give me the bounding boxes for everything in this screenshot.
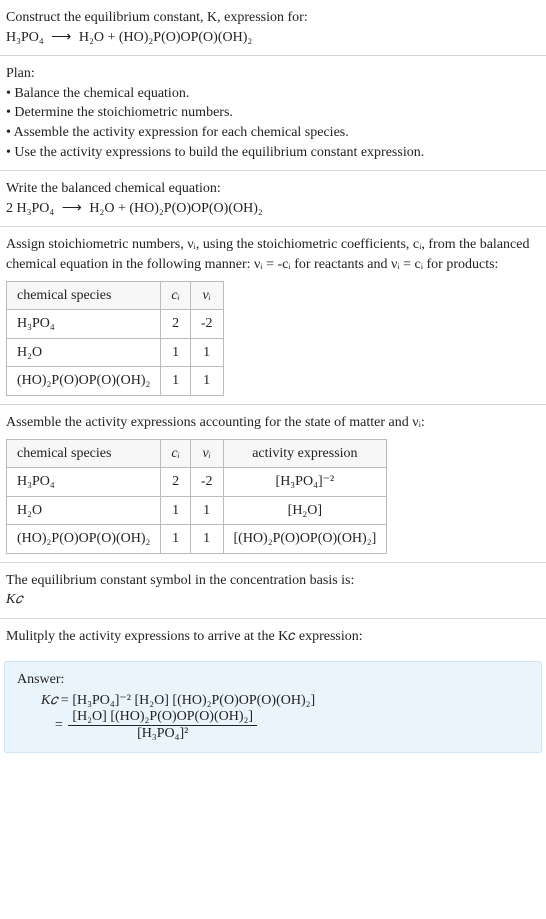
answer-box: Answer: K𝑐 = [H₃PO₄]⁻² [H₂O] [(HO)₂P(O)O…	[4, 661, 542, 753]
cell-expr: [H₂O]	[223, 496, 387, 525]
table-row: H₂O 1 1 [H₂O]	[7, 496, 387, 525]
balanced-title: Write the balanced chemical equation:	[6, 179, 540, 199]
cell-vi: -2	[190, 468, 223, 497]
cell-vi: 1	[190, 367, 223, 396]
symbol-line: The equilibrium constant symbol in the c…	[6, 571, 540, 591]
kc-symbol: K𝑐	[6, 590, 540, 610]
cell-ci: 2	[161, 468, 190, 497]
plan-bullet: • Assemble the activity expression for e…	[6, 123, 540, 143]
cell-vi: 1	[190, 525, 223, 554]
kc-eq2: =	[55, 717, 63, 732]
cell-vi: 1	[190, 338, 223, 367]
cell-species: H₃PO₄	[7, 468, 161, 497]
cell-species: H₂O	[7, 496, 161, 525]
kc-expr1: = [H₃PO₄]⁻² [H₂O] [(HO)₂P(O)OP(O)(OH)₂]	[61, 693, 315, 708]
plan-bullet: • Balance the chemical equation.	[6, 84, 540, 104]
prompt-equation: H₃PO₄ ⟶ H₂O + (HO)₂P(O)OP(O)(OH)₂	[6, 28, 540, 48]
cell-species: H₂O	[7, 338, 161, 367]
table-header-row: chemical species cᵢ νᵢ	[7, 281, 224, 310]
balanced-section: Write the balanced chemical equation: 2 …	[0, 171, 546, 227]
cell-vi: -2	[190, 310, 223, 339]
col-ci: cᵢ	[161, 439, 190, 468]
arrow-icon: ⟶	[62, 199, 82, 219]
cell-ci: 1	[161, 525, 190, 554]
balanced-left: 2 H₃PO₄	[6, 201, 54, 216]
cell-vi: 1	[190, 496, 223, 525]
fraction-denominator: [H₃PO₄]²	[68, 726, 257, 742]
kc-symbol: K𝑐	[41, 693, 57, 708]
table-row: H₂O 1 1	[7, 338, 224, 367]
plan-bullet: • Use the activity expressions to build …	[6, 143, 540, 163]
activity-title: Assemble the activity expressions accoun…	[6, 413, 540, 433]
col-ci: cᵢ	[161, 281, 190, 310]
col-expr: activity expression	[223, 439, 387, 468]
assign-section: Assign stoichiometric numbers, νᵢ, using…	[0, 227, 546, 405]
balanced-equation: 2 H₃PO₄ ⟶ H₂O + (HO)₂P(O)OP(O)(OH)₂	[6, 199, 540, 219]
cell-ci: 1	[161, 496, 190, 525]
table-row: (HO)₂P(O)OP(O)(OH)₂ 1 1	[7, 367, 224, 396]
table-row: H₃PO₄ 2 -2 [H₃PO₄]⁻²	[7, 468, 387, 497]
prompt-section: Construct the equilibrium constant, K, e…	[0, 0, 546, 56]
prompt-text: Construct the equilibrium constant, K, e…	[6, 8, 540, 28]
fraction-numerator: [H₂O] [(HO)₂P(O)OP(O)(OH)₂]	[68, 709, 257, 726]
reactant: H₃PO₄	[6, 30, 44, 45]
activity-table: chemical species cᵢ νᵢ activity expressi…	[6, 439, 387, 554]
products: H₂O + (HO)₂P(O)OP(O)(OH)₂	[79, 30, 252, 45]
table-row: (HO)₂P(O)OP(O)(OH)₂ 1 1 [(HO)₂P(O)OP(O)(…	[7, 525, 387, 554]
multiply-section: Mulitply the activity expressions to arr…	[0, 619, 546, 655]
cell-ci: 2	[161, 310, 190, 339]
cell-expr: [H₃PO₄]⁻²	[223, 468, 387, 497]
col-vi: νᵢ	[190, 439, 223, 468]
cell-ci: 1	[161, 367, 190, 396]
plan-title: Plan:	[6, 64, 540, 84]
cell-expr: [(HO)₂P(O)OP(O)(OH)₂]	[223, 525, 387, 554]
plan-section: Plan: • Balance the chemical equation. •…	[0, 56, 546, 171]
table-row: H₃PO₄ 2 -2	[7, 310, 224, 339]
arrow-icon: ⟶	[51, 28, 71, 48]
stoich-table: chemical species cᵢ νᵢ H₃PO₄ 2 -2 H₂O 1 …	[6, 281, 224, 396]
col-species: chemical species	[7, 281, 161, 310]
balanced-right: H₂O + (HO)₂P(O)OP(O)(OH)₂	[89, 201, 262, 216]
cell-species: H₃PO₄	[7, 310, 161, 339]
cell-species: (HO)₂P(O)OP(O)(OH)₂	[7, 525, 161, 554]
col-vi: νᵢ	[190, 281, 223, 310]
assign-text: Assign stoichiometric numbers, νᵢ, using…	[6, 235, 540, 274]
symbol-section: The equilibrium constant symbol in the c…	[0, 563, 546, 619]
fraction: [H₂O] [(HO)₂P(O)OP(O)(OH)₂] [H₃PO₄]²	[68, 709, 257, 742]
col-species: chemical species	[7, 439, 161, 468]
kc-expression-line1: K𝑐 = [H₃PO₄]⁻² [H₂O] [(HO)₂P(O)OP(O)(OH)…	[41, 692, 529, 709]
cell-species: (HO)₂P(O)OP(O)(OH)₂	[7, 367, 161, 396]
multiply-line: Mulitply the activity expressions to arr…	[6, 627, 540, 647]
plan-bullet: • Determine the stoichiometric numbers.	[6, 103, 540, 123]
table-header-row: chemical species cᵢ νᵢ activity expressi…	[7, 439, 387, 468]
activity-section: Assemble the activity expressions accoun…	[0, 405, 546, 563]
kc-expression-line2: = [H₂O] [(HO)₂P(O)OP(O)(OH)₂] [H₃PO₄]²	[41, 709, 529, 742]
cell-ci: 1	[161, 338, 190, 367]
answer-label: Answer:	[17, 672, 529, 688]
